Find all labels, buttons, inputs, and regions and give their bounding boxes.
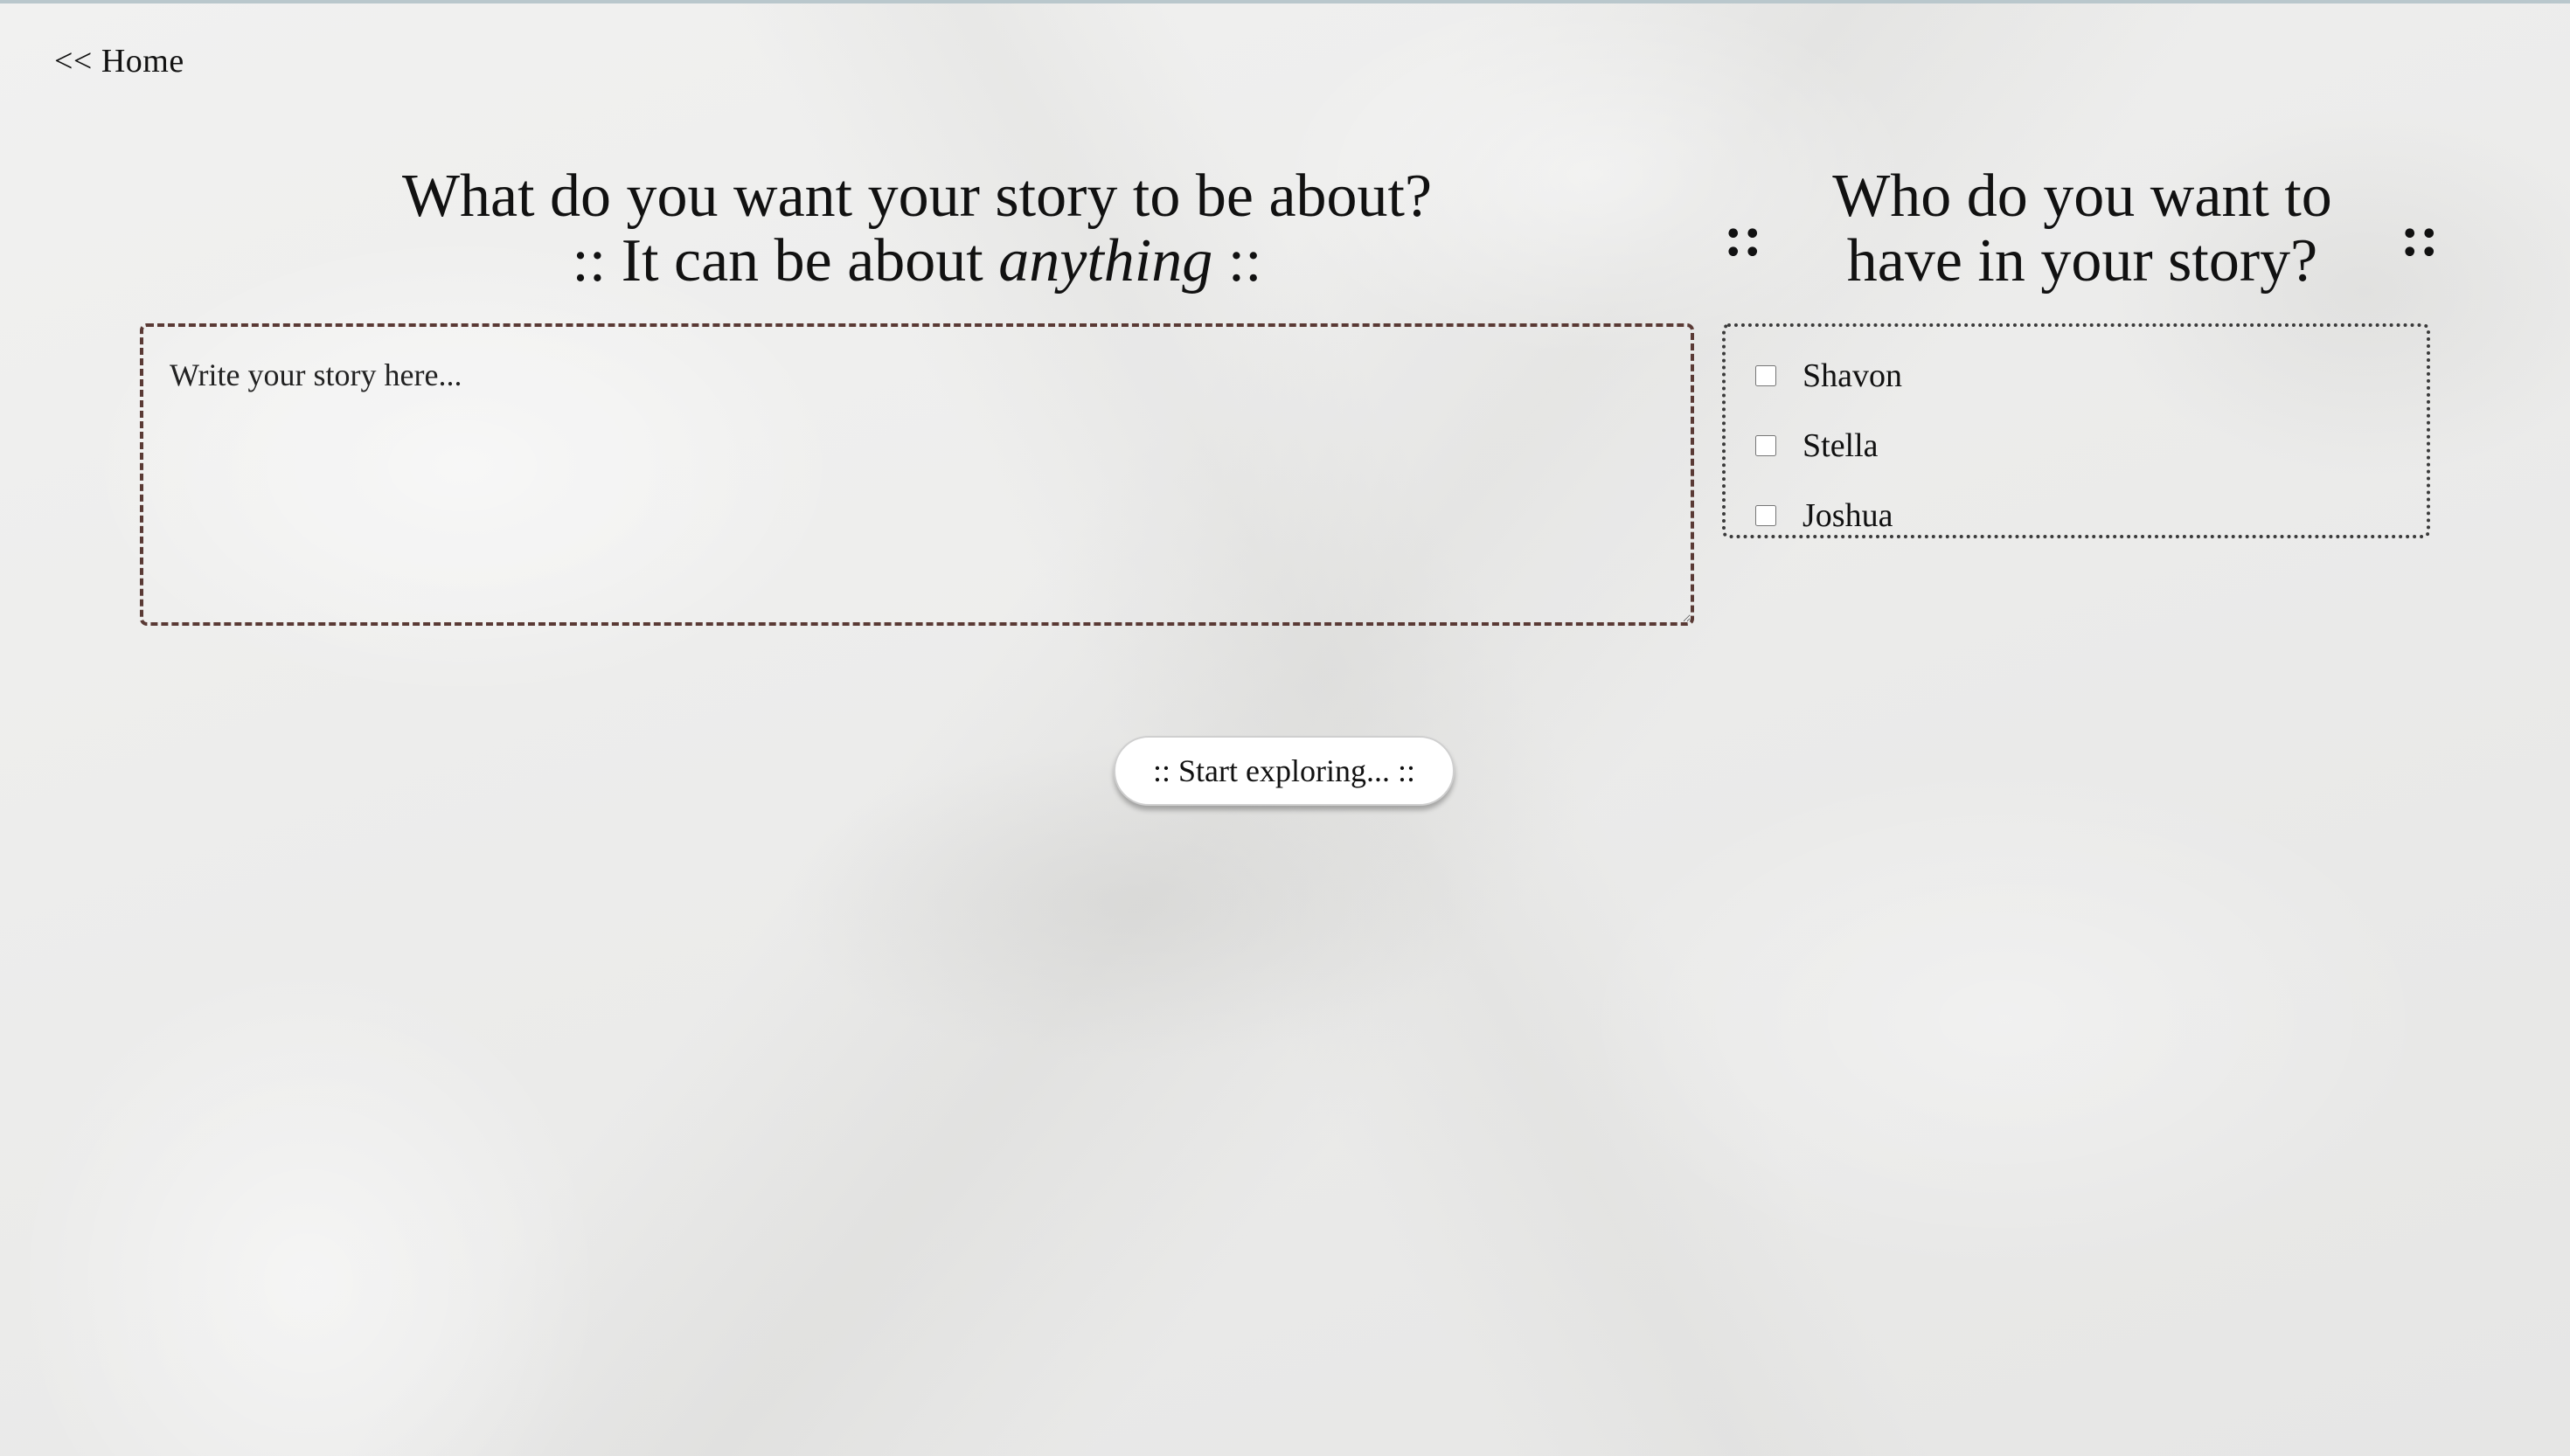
characters-heading: Who do you want to have in your story? [1832, 163, 2332, 295]
story-prompt-heading: What do you want your story to be about?… [140, 164, 1694, 294]
left-decoration: :: [1724, 205, 1762, 268]
character-option-shavon[interactable]: Shavon [1726, 341, 2427, 411]
right-decoration: :: [2400, 205, 2439, 268]
story-prompt-line1: What do you want your story to be about? [401, 163, 1433, 230]
character-label: Stella [1802, 427, 1879, 464]
story-prompt-section: What do you want your story to be about?… [140, 164, 1694, 294]
character-checkbox-shavon[interactable] [1755, 365, 1776, 386]
character-checkbox-stella[interactable] [1755, 435, 1776, 456]
story-prompt-line2-suffix: :: [1212, 227, 1262, 295]
character-list: Shavon Stella Joshua [1722, 323, 2430, 538]
character-label: Shavon [1802, 357, 1902, 394]
story-textarea[interactable] [140, 323, 1694, 626]
character-checkbox-joshua[interactable] [1755, 505, 1776, 526]
story-prompt-emphasis: anything [998, 227, 1213, 295]
top-border-line [0, 0, 2570, 3]
home-link[interactable]: << Home [54, 42, 184, 80]
character-label: Joshua [1802, 497, 1893, 534]
character-option-stella[interactable]: Stella [1726, 411, 2427, 481]
story-prompt-line2-prefix: :: It can be about [572, 227, 999, 295]
character-option-joshua[interactable]: Joshua [1726, 481, 2427, 551]
characters-heading-section: :: Who do you want to have in your story… [1713, 164, 2439, 304]
start-exploring-button[interactable]: :: Start exploring... :: [1114, 736, 1455, 806]
